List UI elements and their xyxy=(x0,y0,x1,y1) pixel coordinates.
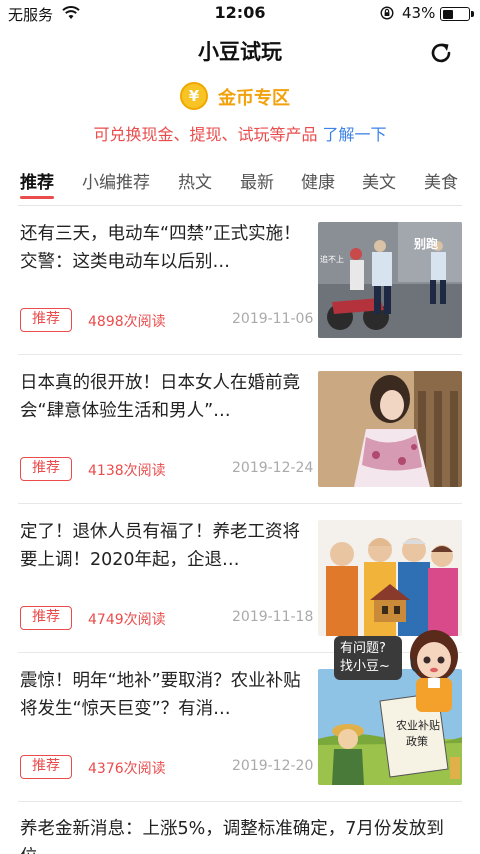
coin-zone-label: 金币专区 xyxy=(218,88,290,109)
read-count: 4749次阅读 xyxy=(88,612,166,628)
tab-food[interactable]: 美食 xyxy=(424,168,458,193)
article-headline: 养老金新消息：上涨5%，调整标准确定，7月份发放到位 xyxy=(20,819,444,854)
recommend-tag: 推荐 xyxy=(20,606,72,630)
coin-icon: ¥ xyxy=(180,82,208,110)
battery-fill xyxy=(442,9,453,19)
article-item[interactable]: 养老金新消息：上涨5%，调整标准确定，7月份发放到位 xyxy=(18,815,462,854)
learn-more-link[interactable]: 了解一下 xyxy=(323,125,387,144)
article-thumbnail: 别跑 追不上 xyxy=(318,222,462,338)
publish-date: 2019-11-06 xyxy=(232,311,314,327)
read-count: 4898次阅读 xyxy=(88,314,166,330)
article-thumbnail xyxy=(318,371,462,487)
tab-essays[interactable]: 美文 xyxy=(362,168,396,193)
help-assistant-button[interactable]: 有问题? 找小豆~ xyxy=(330,626,462,716)
category-tabs: 推荐 小编推荐 热文 最新 健康 美文 美食 xyxy=(0,164,480,200)
help-line: 有问题? xyxy=(340,641,386,656)
tab-recommend[interactable]: 推荐 xyxy=(20,168,54,193)
read-count: 4376次阅读 xyxy=(88,761,166,777)
refresh-icon[interactable] xyxy=(428,40,454,66)
coin-zone[interactable]: ¥ 金币专区 xyxy=(0,80,480,114)
article-item[interactable]: 日本真的很开放！日本女人在婚前竟会“肆意体验生活和男人”… 推荐 4138次阅读… xyxy=(18,355,462,504)
article-headline: 定了！退休人员有福了！养老工资将要上调！2020年起，企退… xyxy=(20,522,300,570)
tab-hot[interactable]: 热文 xyxy=(178,168,212,193)
assistant-avatar-icon xyxy=(410,630,458,712)
divider xyxy=(18,801,462,802)
article-item[interactable]: 还有三天，电动车“四禁”正式实施！交警：这类电动车以后别… 推荐 4898次阅读… xyxy=(18,206,462,355)
help-line: 找小豆~ xyxy=(340,659,390,674)
status-bar: 无服务 12:06 43% xyxy=(0,0,480,28)
help-bubble: 有问题? 找小豆~ xyxy=(334,636,402,680)
article-headline: 还有三天，电动车“四禁”正式实施！交警：这类电动车以后别… xyxy=(20,224,301,272)
tab-latest[interactable]: 最新 xyxy=(240,168,274,193)
article-headline: 震惊！明年“地补”要取消？农业补贴将发生“惊天巨变”？有消… xyxy=(20,671,301,719)
battery-nub xyxy=(471,11,474,17)
page-title: 小豆试玩 xyxy=(198,40,282,64)
thumb-caption: 农业补贴 xyxy=(396,718,440,732)
publish-date: 2019-12-24 xyxy=(232,460,314,476)
promo-text: 可兑换现金、提现、试玩等产品 xyxy=(93,125,318,144)
publish-date: 2019-12-20 xyxy=(232,758,314,774)
recommend-tag: 推荐 xyxy=(20,308,72,332)
nav-bar: 小豆试玩 xyxy=(0,30,480,76)
publish-date: 2019-11-18 xyxy=(232,609,314,625)
article-thumbnail xyxy=(318,520,462,636)
recommend-tag: 推荐 xyxy=(20,457,72,481)
thumb-caption: 别跑 xyxy=(413,236,438,251)
tab-health[interactable]: 健康 xyxy=(301,168,335,193)
thumb-caption: 追不上 xyxy=(320,254,344,264)
recommend-tag: 推荐 xyxy=(20,755,72,779)
tab-editor-picks[interactable]: 小编推荐 xyxy=(82,168,150,193)
thumb-caption: 政策 xyxy=(406,734,428,748)
promo-line: 可兑换现金、提现、试玩等产品 了解一下 xyxy=(0,121,480,145)
rotation-lock-icon xyxy=(380,6,394,20)
article-headline: 日本真的很开放！日本女人在婚前竟会“肆意体验生活和男人”… xyxy=(20,373,300,421)
battery-percent: 43% xyxy=(402,4,436,22)
read-count: 4138次阅读 xyxy=(88,463,166,479)
battery-icon xyxy=(440,7,474,21)
active-tab-indicator xyxy=(20,196,54,199)
